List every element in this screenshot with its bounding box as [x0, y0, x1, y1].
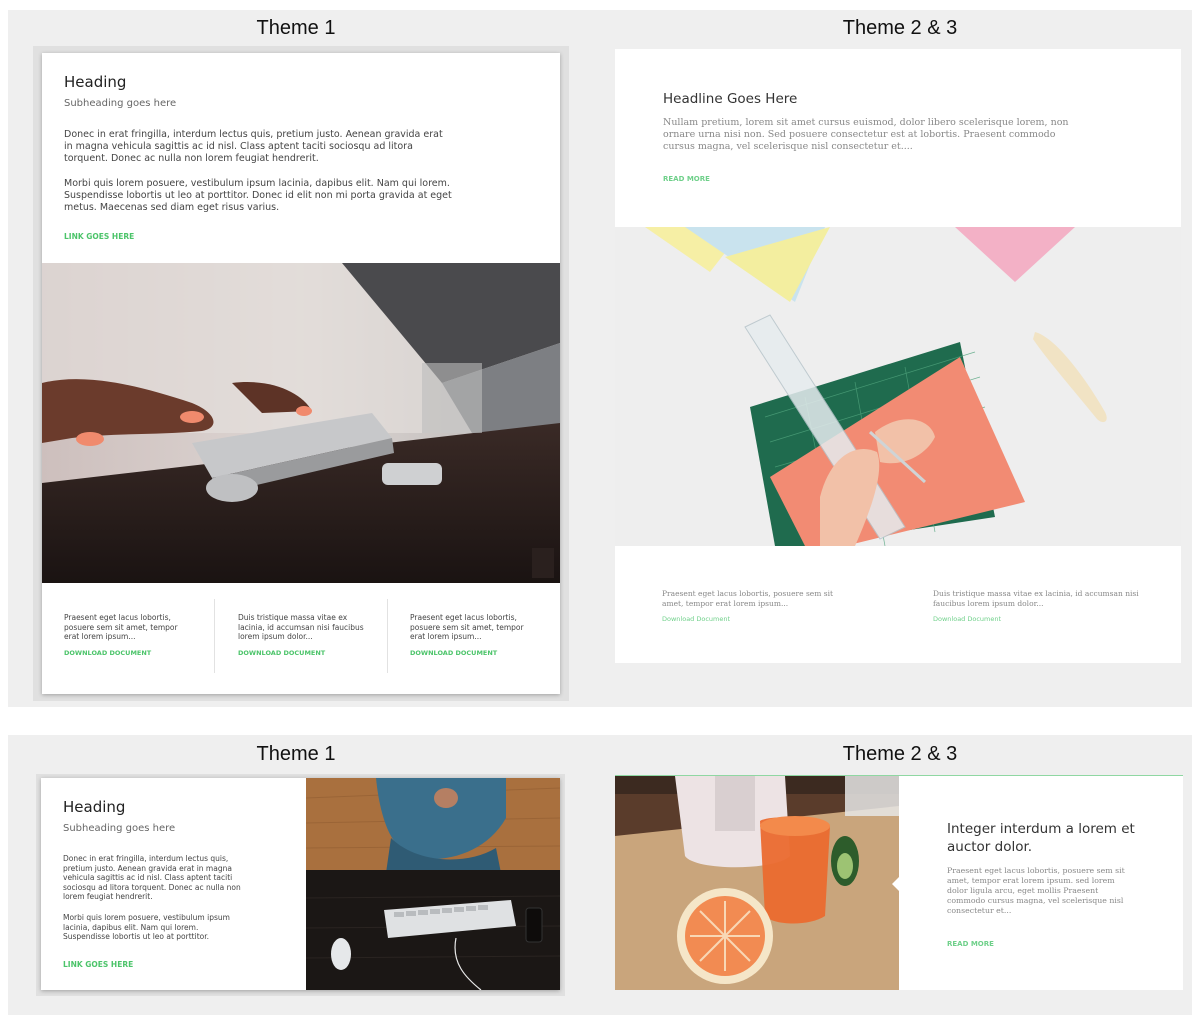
t23-top-body: Nullam pretium, lorem sit amet cursus eu… — [663, 117, 1069, 152]
t23-top-col-1-text: Praesent eget lacus lobortis, posuere se… — [662, 589, 833, 608]
typing-keyboard-photo — [42, 263, 560, 583]
desk-keyboard-photo — [306, 778, 560, 990]
t1-top-col-divider-1 — [214, 599, 215, 673]
cutting-mat-photo — [615, 227, 1181, 546]
theme-label-bottom-right: Theme 2 & 3 — [842, 743, 958, 765]
t1-top-col-divider-2 — [387, 599, 388, 673]
t1-top-link[interactable]: LINK GOES HERE — [64, 232, 134, 241]
t1-top-col-3-text: Praesent eget lacus lobortis, posuere se… — [410, 613, 524, 641]
t1-top-col-1-text: Praesent eget lacus lobortis, posuere se… — [64, 613, 178, 641]
t1-top-col-1-download-link[interactable]: DOWNLOAD DOCUMENT — [64, 649, 151, 657]
t23-bottom-read-more[interactable]: READ MORE — [947, 940, 994, 948]
t1-bottom-card: Heading Subheading goes here Donec in er… — [41, 778, 560, 990]
t23-top-col-1-download-link[interactable]: Download Document — [662, 615, 730, 623]
t1-bottom-paragraph-2: Morbi quis lorem posuere, vestibulum ips… — [63, 913, 230, 941]
t1-top-subheading: Subheading goes here — [64, 98, 177, 109]
t1-bottom-heading: Heading — [63, 798, 126, 816]
t1-top-heading: Heading — [64, 73, 127, 91]
t1-top-col-2-download-link[interactable]: DOWNLOAD DOCUMENT — [238, 649, 325, 657]
t23-top-card: Headline Goes Here Nullam pretium, lorem… — [615, 49, 1181, 663]
t1-bottom-link[interactable]: LINK GOES HERE — [63, 960, 133, 969]
t1-bottom-paragraph-1: Donec in erat fringilla, interdum lectus… — [63, 854, 241, 901]
t23-bottom-headline: Integer interdum a lorem et auctor dolor… — [947, 821, 1135, 855]
theme-label-top-right: Theme 2 & 3 — [842, 17, 958, 39]
t1-top-col-2-text: Duis tristique massa vitae ex lacinia, i… — [238, 613, 364, 641]
theme-label-top-left: Theme 1 — [256, 17, 336, 39]
t23-bottom-card: Integer interdum a lorem et auctor dolor… — [615, 775, 1183, 990]
t23-top-read-more[interactable]: READ MORE — [663, 175, 710, 183]
t23-bottom-notch — [892, 876, 900, 892]
t23-bottom-body: Praesent eget lacus lobortis, posuere se… — [947, 866, 1125, 915]
theme-label-bottom-left: Theme 1 — [256, 743, 336, 765]
t23-top-col-2-download-link[interactable]: Download Document — [933, 615, 1001, 623]
t23-top-col-2-text: Duis tristique massa vitae ex lacinia, i… — [933, 589, 1139, 608]
t1-top-paragraph-1: Donec in erat fringilla, interdum lectus… — [64, 129, 443, 164]
t1-bottom-subheading: Subheading goes here — [63, 823, 176, 834]
t1-top-card: Heading Subheading goes here Donec in er… — [42, 53, 560, 694]
juice-photo — [615, 776, 899, 990]
t1-top-paragraph-2: Morbi quis lorem posuere, vestibulum ips… — [64, 178, 452, 213]
t1-top-col-3-download-link[interactable]: DOWNLOAD DOCUMENT — [410, 649, 497, 657]
t23-top-headline: Headline Goes Here — [663, 91, 798, 107]
